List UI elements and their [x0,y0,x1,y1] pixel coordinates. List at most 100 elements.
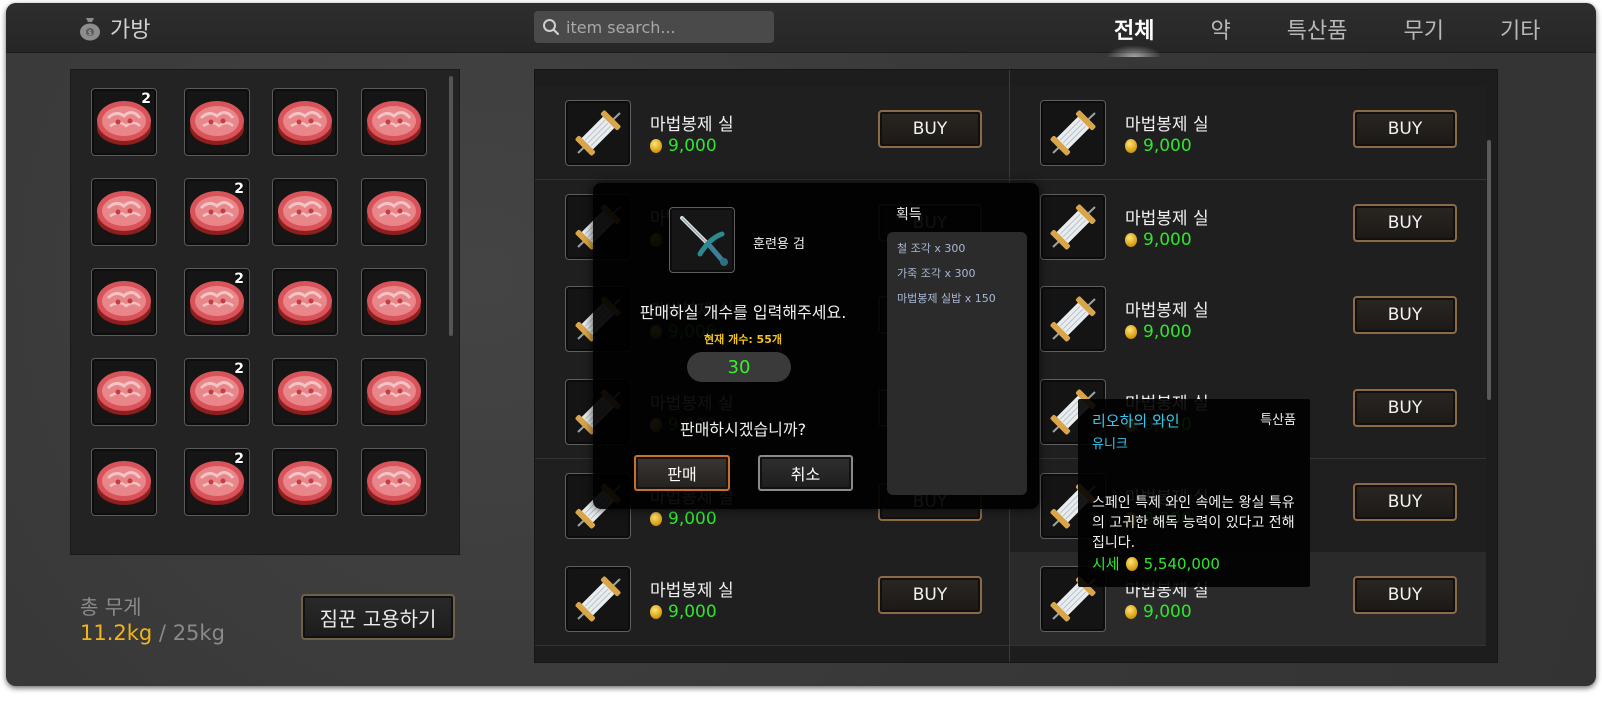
shop-item-name: 마법봉제 실 [650,115,734,135]
tab-potion[interactable]: 약 [1210,11,1230,47]
inventory-slot[interactable] [361,178,427,246]
meat-icon [367,371,421,415]
inventory-slot[interactable] [361,448,427,516]
dialog-item-slot [669,207,735,273]
inventory-slot[interactable] [272,178,338,246]
dialog-item-name: 훈련용 검 [753,237,805,252]
shop-item-name: 마법봉제 실 [650,581,734,601]
quantity-input[interactable] [687,352,791,382]
meat-icon [367,101,421,145]
tooltip-price-label: 시세 [1092,555,1120,573]
inventory-slot[interactable] [361,358,427,426]
buy-button[interactable]: BUY [878,576,982,614]
inventory-slot[interactable]: 2 [91,88,157,156]
meat-icon [367,281,421,325]
top-bar: $ 가방 전체 약 특산품 무기 기타 [6,3,1596,57]
tab-weapon[interactable]: 무기 [1403,11,1443,47]
coin-icon [650,139,662,153]
meat-icon [97,371,151,415]
dialog-prompt: 판매하실 개수를 입력해주세요. [639,303,847,322]
thread-spool-icon [1050,204,1096,250]
shop-item-name: 마법봉제 실 [1125,209,1209,229]
window-title-text: 가방 [110,18,151,43]
meat-icon [278,371,332,415]
inventory-slot[interactable] [361,268,427,336]
inventory-slot[interactable]: 2 [184,448,250,516]
shop-item-slot [1040,286,1106,352]
weight-max: 25kg [172,621,225,645]
coin-icon [1125,556,1138,571]
inventory-slot[interactable]: 2 [184,268,250,336]
inventory-slot[interactable]: 2 [184,358,250,426]
meat-icon [278,281,332,325]
shop-item-price-value: 9,000 [1143,230,1192,250]
inventory-slot[interactable] [91,448,157,516]
inventory-slot[interactable] [91,268,157,336]
tooltip-price-value: 5,540,000 [1143,554,1220,573]
meat-icon [97,461,151,505]
inventory-slot[interactable] [91,178,157,246]
inventory-slot[interactable] [361,88,427,156]
search-icon [543,19,560,36]
cancel-button[interactable]: 취소 [758,455,853,491]
item-tooltip: 리오하의 와인 특산품 유니크 스페인 특제 와인 속에는 왕실 특유의 고귀한… [1078,399,1310,587]
weight-current: 11.2kg [80,621,153,645]
tooltip-category: 특산품 [1260,413,1296,428]
svg-text:$: $ [88,29,92,37]
shop-item-price-value: 9,000 [1143,322,1192,342]
category-tabs: 전체 약 특산품 무기 기타 [1105,11,1540,57]
weight-label: 총 무게 [80,595,142,619]
tooltip-rarity: 유니크 [1092,437,1128,452]
meat-icon [278,101,332,145]
tab-all[interactable]: 전체 [1105,11,1164,57]
coin-icon [650,605,662,619]
search-box[interactable] [534,11,774,43]
inventory-slot[interactable] [272,358,338,426]
meat-icon [97,281,151,325]
inventory-slot[interactable] [272,448,338,516]
shop-scrollbar[interactable] [1487,140,1491,400]
buy-button[interactable]: BUY [1353,483,1457,521]
buy-button[interactable]: BUY [1353,110,1457,148]
meat-icon [97,191,151,235]
shop-item-name: 마법봉제 실 [1125,115,1209,135]
shop-item-price-value: 9,000 [1143,136,1192,156]
hire-porter-button[interactable]: 짐꾼 고용하기 [301,594,455,640]
shop-item-price: 9,000 [1125,230,1192,250]
shop-item-price: 9,000 [1125,136,1192,156]
inventory-slot[interactable] [272,268,338,336]
shop-item-price-value: 9,000 [668,509,717,529]
inventory-slot[interactable] [272,88,338,156]
buy-button[interactable]: BUY [878,110,982,148]
shop-item-price-value: 9,000 [1143,602,1192,622]
buy-button[interactable]: BUY [1353,576,1457,614]
coin-icon [650,512,662,526]
tab-etc[interactable]: 기타 [1500,11,1540,47]
slot-quantity: 2 [141,91,151,107]
shop-item-price: 9,000 [650,136,717,156]
inventory-slot[interactable] [91,358,157,426]
inventory-slot[interactable] [184,88,250,156]
meat-icon [190,101,244,145]
thread-spool-icon [575,110,621,156]
acquire-list: 철 조각 x 300 가죽 조각 x 300 마법봉제 실밥 x 150 [887,232,1027,495]
inventory-slot[interactable]: 2 [184,178,250,246]
shop-item-row: 마법봉제 실9,000 BUY [535,86,1009,180]
buy-button[interactable]: BUY [1353,296,1457,334]
tab-specialty[interactable]: 특산품 [1287,11,1348,47]
shop-item-row: 마법봉제 실9,000 BUY [535,552,1009,646]
meat-icon [367,191,421,235]
acquire-item: 마법봉제 실밥 x 150 [897,292,996,305]
inventory-scrollbar[interactable] [449,76,453,336]
coin-icon [1125,325,1137,339]
dialog-current-count: 현재 개수: 55개 [704,333,782,346]
bag-icon: $ [80,18,100,41]
weight-display: 11.2kg / 25kg [80,621,225,645]
buy-button[interactable]: BUY [1353,389,1457,427]
weight-separator: / [152,621,173,645]
slot-quantity: 2 [234,181,244,197]
buy-button[interactable]: BUY [1353,204,1457,242]
search-input[interactable] [566,17,766,37]
meat-icon [278,191,332,235]
sell-button[interactable]: 판매 [634,455,730,491]
